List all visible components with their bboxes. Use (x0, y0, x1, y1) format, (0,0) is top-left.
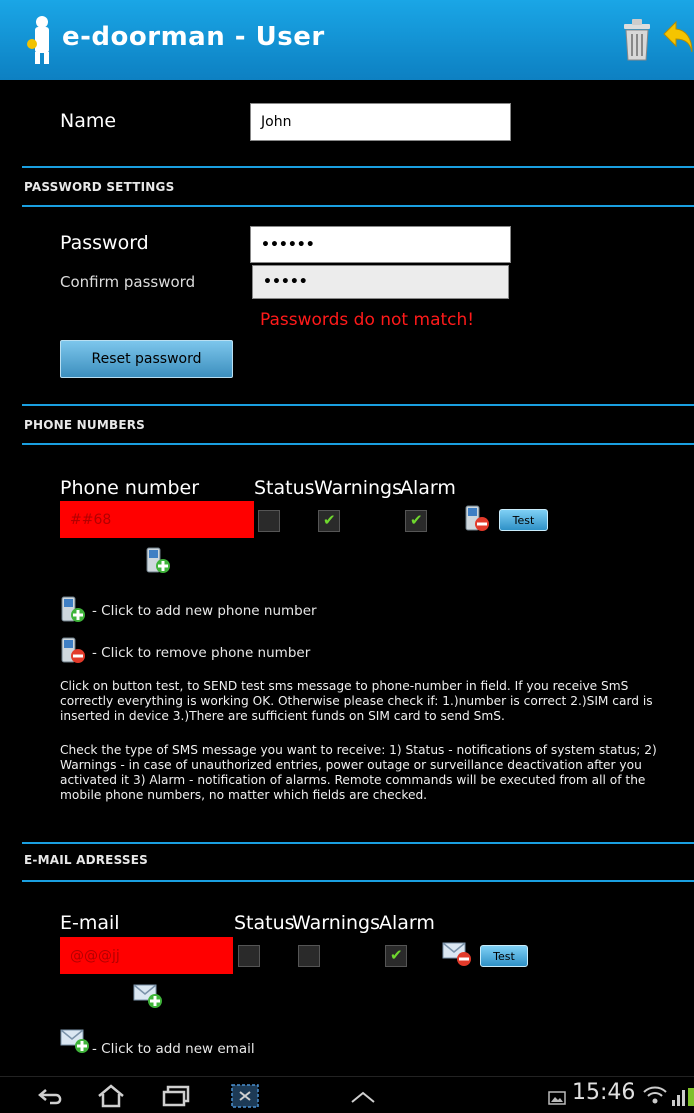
divider (22, 880, 694, 882)
signal-wifi-icon (643, 1086, 694, 1106)
alarm-header: Alarm (400, 477, 456, 499)
add-email-icon (60, 1029, 89, 1053)
warnings-checkbox[interactable] (318, 510, 340, 532)
screenshot-icon[interactable] (230, 1083, 260, 1109)
name-input[interactable]: John (250, 103, 511, 141)
status-header: Status (254, 477, 315, 499)
confirm-password-label: Confirm password (60, 273, 196, 291)
divider (22, 404, 694, 406)
status-checkbox[interactable] (238, 945, 260, 967)
section-heading-phone: PHONE NUMBERS (24, 418, 146, 432)
password-input[interactable]: •••••• (250, 226, 511, 263)
status-checkbox[interactable] (258, 510, 280, 532)
email-input[interactable]: @@@jj (60, 937, 233, 974)
remove-phone-icon (61, 637, 85, 663)
recent-apps-icon[interactable] (162, 1085, 190, 1107)
undo-arrow-icon[interactable] (660, 18, 694, 60)
app-title: e-doorman - User (62, 22, 325, 52)
add-phone-icon (61, 596, 85, 622)
phone-number-input[interactable]: ##68 (60, 501, 254, 538)
doorman-logo-icon (27, 16, 49, 64)
add-phone-icon[interactable] (145, 547, 171, 575)
divider (22, 205, 694, 207)
email-header: E-mail (60, 912, 120, 934)
divider (22, 443, 694, 445)
back-nav-icon[interactable] (38, 1086, 64, 1106)
warnings-checkbox[interactable] (298, 945, 320, 967)
gallery-notification-icon (548, 1091, 566, 1105)
chevron-up-icon[interactable] (350, 1090, 376, 1104)
remove-phone-hint: - Click to remove phone number (92, 645, 311, 661)
add-phone-hint: - Click to add new phone number (92, 603, 317, 619)
section-heading-email: E-MAIL ADRESSES (24, 853, 148, 867)
remove-phone-icon[interactable] (464, 505, 490, 533)
alarm-checkbox[interactable] (405, 510, 427, 532)
password-label: Password (60, 232, 149, 254)
password-error: Passwords do not match! (260, 310, 475, 330)
sms-test-help-text: Click on button test, to SEND test sms m… (60, 679, 653, 723)
divider (22, 166, 694, 168)
sms-type-help-text: Check the type of SMS message you want t… (60, 743, 657, 802)
alarm-header: Alarm (379, 912, 435, 934)
home-nav-icon[interactable] (96, 1084, 126, 1108)
alarm-checkbox[interactable] (385, 945, 407, 967)
remove-email-icon[interactable] (442, 941, 472, 967)
status-clock: 15:46 (572, 1080, 636, 1105)
phone-number-header: Phone number (60, 477, 200, 499)
trash-icon[interactable] (620, 16, 654, 62)
name-label: Name (60, 110, 117, 132)
warnings-header: Warnings (292, 912, 381, 934)
add-email-hint: - Click to add new email (92, 1041, 255, 1057)
phone-test-button[interactable]: Test (499, 509, 548, 531)
status-header: Status (234, 912, 295, 934)
divider (22, 842, 694, 844)
email-test-button[interactable]: Test (480, 945, 528, 967)
reset-password-button[interactable]: Reset password (60, 340, 233, 378)
add-email-icon[interactable] (133, 983, 163, 1009)
section-heading-password: PASSWORD SETTINGS (24, 180, 175, 194)
confirm-password-input[interactable]: ••••• (252, 265, 509, 299)
warnings-header: Warnings (314, 477, 403, 499)
